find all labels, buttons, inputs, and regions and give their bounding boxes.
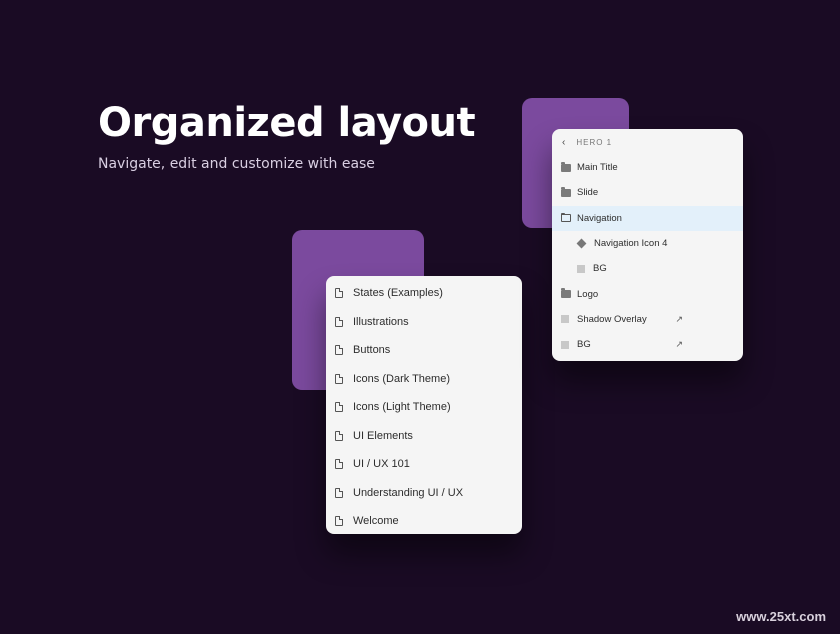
- page-title: Organized layout: [98, 100, 476, 146]
- rectangle-icon: [577, 264, 585, 273]
- document-icon: [335, 430, 343, 441]
- rectangle-icon: [561, 340, 569, 349]
- layer-item-label: Slide: [577, 187, 599, 199]
- layer-item-navigation[interactable]: Navigation: [552, 205, 743, 231]
- layer-item-main-title[interactable]: Main Title: [552, 155, 743, 180]
- page-subtitle: Navigate, edit and customize with ease: [98, 156, 375, 172]
- layer-item-label: Shadow Overlay: [577, 313, 647, 325]
- layer-item-label: Navigation Icon 4: [594, 238, 668, 250]
- component-icon: [576, 238, 587, 249]
- document-icon: [335, 316, 343, 327]
- watermark: www.25xt.com: [736, 609, 826, 624]
- rectangle-icon: [561, 315, 569, 324]
- layer-item-label: Logo: [577, 288, 599, 300]
- page-item-illustrations[interactable]: Illustrations: [326, 308, 522, 337]
- external-link-icon[interactable]: ↗: [675, 339, 683, 350]
- page-item-welcome[interactable]: Welcome: [326, 507, 522, 536]
- document-icon: [335, 345, 343, 356]
- page-item-icons-dark[interactable]: Icons (Dark Theme): [326, 365, 522, 394]
- document-icon: [335, 459, 343, 470]
- page-item-label: Icons (Light Theme): [353, 401, 451, 414]
- layer-item-bg-2[interactable]: BG ↗: [552, 332, 743, 357]
- layer-item-label: Main Title: [577, 162, 618, 174]
- layer-item-navigation-icon[interactable]: Navigation Icon 4: [552, 231, 743, 256]
- page-item-buttons[interactable]: Buttons: [326, 336, 522, 365]
- document-icon: [335, 373, 343, 384]
- layer-item-logo[interactable]: Logo: [552, 281, 743, 306]
- layer-item-label: BG: [577, 339, 591, 351]
- external-link-icon[interactable]: ↗: [675, 314, 683, 325]
- folder-outline-icon: [561, 213, 571, 223]
- folder-icon: [561, 288, 571, 299]
- document-icon: [335, 288, 343, 299]
- page-item-ui-ux-101[interactable]: UI / UX 101: [326, 450, 522, 479]
- layer-item-bg[interactable]: BG: [552, 256, 743, 281]
- document-icon: [335, 487, 343, 498]
- document-icon: [335, 402, 343, 413]
- page-item-icons-light[interactable]: Icons (Light Theme): [326, 393, 522, 422]
- layers-panel: ‹ HERO 1 Main Title Slide Navigation Nav…: [552, 129, 743, 361]
- layers-header-title: HERO 1: [576, 137, 613, 147]
- page-item-label: Buttons: [353, 344, 391, 357]
- layer-item-slide[interactable]: Slide: [552, 180, 743, 205]
- layer-item-label: Navigation: [577, 212, 622, 224]
- page-item-label: UI / UX 101: [353, 458, 410, 471]
- folder-icon: [561, 161, 571, 172]
- layer-item-label: BG: [593, 263, 607, 275]
- page-item-label: Understanding UI / UX: [353, 486, 464, 499]
- layers-header: ‹ HERO 1: [552, 129, 743, 155]
- chevron-left-icon[interactable]: ‹: [562, 137, 566, 148]
- page-item-label: States (Examples): [353, 287, 443, 300]
- page-item-label: Icons (Dark Theme): [353, 372, 450, 385]
- page-item-ui-elements[interactable]: UI Elements: [326, 422, 522, 451]
- folder-icon: [561, 186, 571, 197]
- page-item-understanding[interactable]: Understanding UI / UX: [326, 479, 522, 508]
- layer-item-shadow-overlay[interactable]: Shadow Overlay ↗: [552, 307, 743, 332]
- page-item-label: Welcome: [353, 515, 399, 528]
- document-icon: [335, 516, 343, 527]
- page-item-label: UI Elements: [353, 429, 413, 442]
- pages-panel: States (Examples) Illustrations Buttons …: [326, 276, 522, 534]
- page-item-states[interactable]: States (Examples): [326, 279, 522, 308]
- page-item-label: Illustrations: [353, 315, 409, 328]
